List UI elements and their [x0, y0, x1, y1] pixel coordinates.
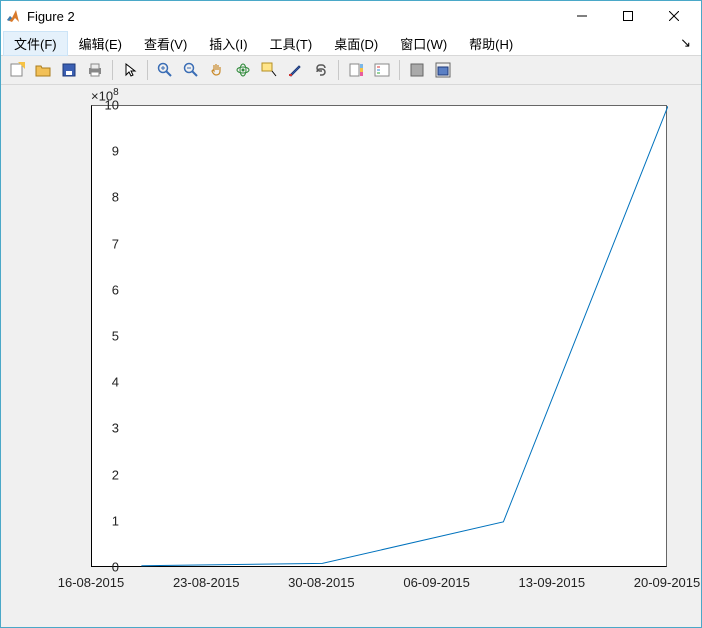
separator: [399, 60, 400, 80]
rotate3d-icon[interactable]: [231, 58, 255, 82]
zoom-out-icon[interactable]: [179, 58, 203, 82]
y-tick-label: 2: [69, 467, 119, 482]
x-tick-label: 16-08-2015: [58, 575, 125, 590]
menu-file[interactable]: 文件(F): [3, 31, 68, 56]
menu-view[interactable]: 查看(V): [133, 31, 198, 56]
menu-window[interactable]: 窗口(W): [389, 31, 458, 56]
y-tick-label: 3: [69, 421, 119, 436]
minimize-button[interactable]: [559, 1, 605, 31]
save-icon[interactable]: [57, 58, 81, 82]
legend-icon[interactable]: [370, 58, 394, 82]
data-cursor-icon[interactable]: [257, 58, 281, 82]
y-tick-label: 6: [69, 282, 119, 297]
window-title: Figure 2: [27, 9, 75, 24]
pointer-icon[interactable]: [118, 58, 142, 82]
y-tick-label: 8: [69, 190, 119, 205]
separator: [147, 60, 148, 80]
matlab-icon: [5, 8, 21, 24]
link-plot-icon[interactable]: [309, 58, 333, 82]
x-tick-label: 06-09-2015: [403, 575, 470, 590]
titlebar: Figure 2: [1, 1, 701, 31]
menubar: 文件(F) 编辑(E) 查看(V) 插入(I) 工具(T) 桌面(D) 窗口(W…: [1, 31, 701, 55]
open-icon[interactable]: [31, 58, 55, 82]
toolbar: [1, 55, 701, 85]
y-tick-label: 4: [69, 375, 119, 390]
axes[interactable]: [91, 105, 667, 567]
y-tick-label: 0: [69, 560, 119, 575]
zoom-in-icon[interactable]: [153, 58, 177, 82]
separator: [112, 60, 113, 80]
menu-help[interactable]: 帮助(H): [458, 31, 524, 56]
menu-insert[interactable]: 插入(I): [198, 31, 258, 56]
separator: [338, 60, 339, 80]
menu-tools[interactable]: 工具(T): [259, 31, 324, 56]
menu-desktop[interactable]: 桌面(D): [323, 31, 389, 56]
x-tick-label: 20-09-2015: [634, 575, 701, 590]
x-tick-label: 13-09-2015: [519, 575, 586, 590]
brush-icon[interactable]: [283, 58, 307, 82]
dock-icon[interactable]: [431, 58, 455, 82]
data-line: [92, 106, 668, 568]
menu-edit[interactable]: 编辑(E): [68, 31, 133, 56]
maximize-button[interactable]: [605, 1, 651, 31]
dock-toggle-icon[interactable]: ↘: [680, 35, 699, 51]
plot-area: ×108 012345678910 16-08-201523-08-201530…: [1, 85, 701, 627]
y-tick-label: 1: [69, 513, 119, 528]
x-tick-label: 30-08-2015: [288, 575, 355, 590]
y-tick-label: 7: [69, 236, 119, 251]
new-figure-icon[interactable]: [5, 58, 29, 82]
hide-tools-icon[interactable]: [405, 58, 429, 82]
close-button[interactable]: [651, 1, 697, 31]
pan-icon[interactable]: [205, 58, 229, 82]
colorbar-icon[interactable]: [344, 58, 368, 82]
x-tick-label: 23-08-2015: [173, 575, 240, 590]
y-tick-label: 5: [69, 329, 119, 344]
print-icon[interactable]: [83, 58, 107, 82]
y-tick-label: 9: [69, 144, 119, 159]
y-tick-label: 10: [69, 98, 119, 113]
